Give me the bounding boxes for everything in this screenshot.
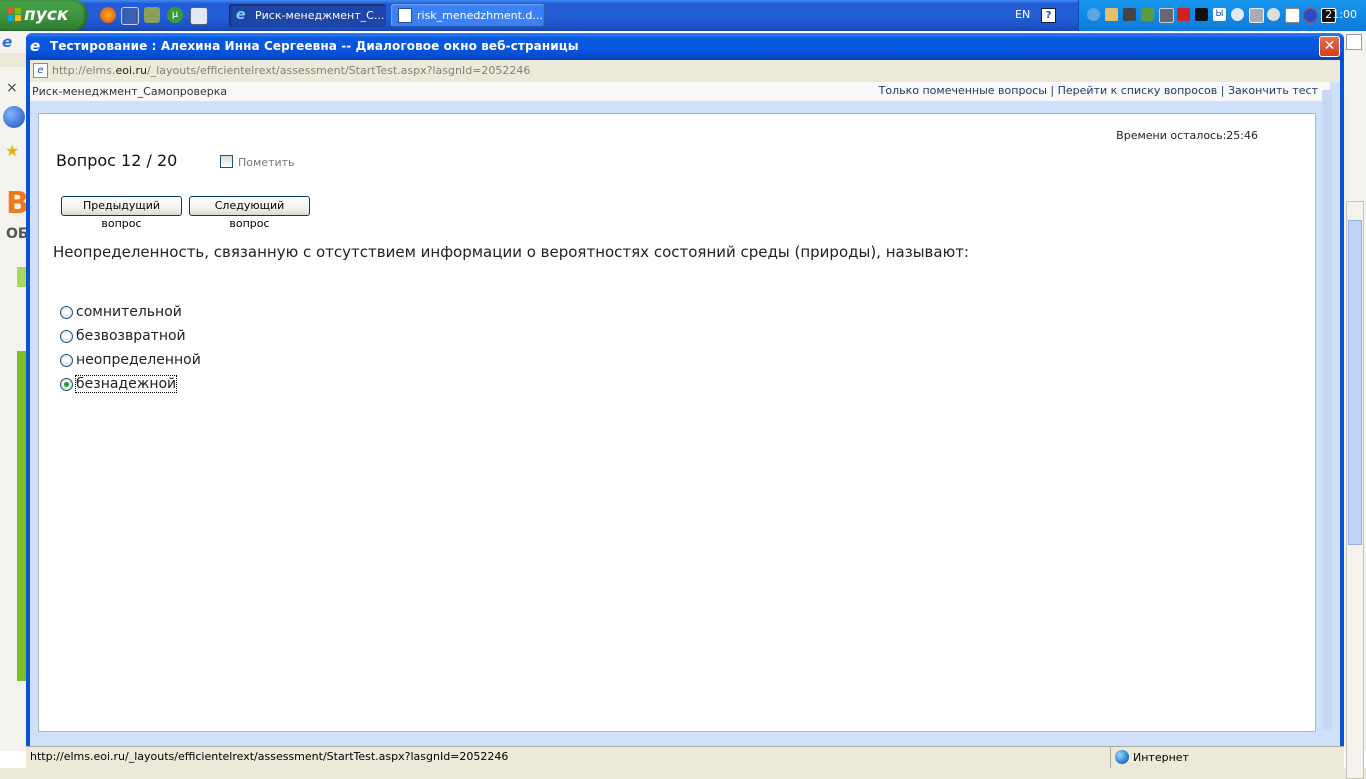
link-separator: | bbox=[1220, 84, 1225, 97]
ie-icon: e bbox=[236, 7, 246, 23]
time-remaining: Времени осталось:25:46 bbox=[1116, 129, 1258, 142]
windows-logo-icon bbox=[8, 8, 22, 22]
tray-folder-icon[interactable] bbox=[1105, 8, 1118, 21]
mark-checkbox[interactable] bbox=[220, 155, 233, 168]
word-doc-icon bbox=[398, 8, 412, 23]
answer-radio-selected[interactable] bbox=[60, 378, 73, 391]
task-internet-explorer[interactable]: e Риск-менеджмент_С... bbox=[229, 4, 386, 27]
favorites-star-icon[interactable]: ★ bbox=[5, 141, 19, 160]
back-arrow-icon[interactable] bbox=[3, 106, 25, 128]
answer-radio[interactable] bbox=[60, 354, 73, 367]
next-question-button[interactable]: Следующий вопрос bbox=[189, 196, 310, 230]
globe-icon bbox=[1115, 750, 1129, 764]
previous-question-button[interactable]: Предыдущий вопрос bbox=[61, 196, 182, 230]
address-domain: eoi.ru bbox=[115, 64, 148, 77]
security-zone[interactable]: Интернет bbox=[1110, 747, 1189, 768]
background-close-icon[interactable]: × bbox=[6, 80, 18, 96]
status-url: http://elms.eoi.ru/_layouts/efficientelr… bbox=[30, 750, 509, 763]
address-bar[interactable]: e http://elms.eoi.ru/_layouts/efficiente… bbox=[30, 60, 1340, 83]
background-menu bbox=[0, 53, 26, 67]
firefox-icon[interactable] bbox=[100, 7, 116, 23]
dialog-titlebar[interactable]: e Тестирование : Алехина Инна Сергеевна … bbox=[26, 33, 1344, 60]
tray-window-icon[interactable] bbox=[1285, 8, 1300, 23]
address-url: http://elms.eoi.ru/_layouts/efficientelr… bbox=[52, 64, 530, 77]
question-list-link[interactable]: Перейти к списку вопросов bbox=[1058, 84, 1218, 97]
finish-test-link[interactable]: Закончить тест bbox=[1228, 84, 1318, 97]
bluetooth-icon[interactable] bbox=[1303, 8, 1318, 23]
start-button[interactable]: пуск bbox=[0, 0, 87, 31]
task-label: risk_menedzhment.d... bbox=[417, 9, 543, 22]
question-panel: Времени осталось:25:46 Вопрос 12 / 20 По… bbox=[38, 113, 1316, 732]
answer-label[interactable]: безнадежной bbox=[74, 375, 178, 393]
dialog-content: Риск-менеджмент_Самопроверка Только поме… bbox=[30, 82, 1340, 746]
answer-radio[interactable] bbox=[60, 306, 73, 319]
page-icon: e bbox=[33, 63, 48, 78]
language-indicator[interactable]: EN bbox=[1015, 8, 1030, 21]
background-close-icon[interactable] bbox=[1346, 34, 1362, 50]
ie-icon: e bbox=[30, 37, 41, 55]
question-text: Неопределенность, связанную с отсутствие… bbox=[53, 243, 969, 261]
page-header: Риск-менеджмент_Самопроверка Только поме… bbox=[30, 82, 1330, 101]
answer-label[interactable]: неопределенной bbox=[76, 352, 201, 368]
background-browser-right-edge bbox=[1342, 31, 1366, 779]
answer-label[interactable]: безвозвратной bbox=[76, 328, 186, 344]
scrollbar-thumb[interactable] bbox=[1348, 220, 1362, 545]
background-green-bar bbox=[17, 267, 26, 287]
clock[interactable]: 21:00 bbox=[1325, 8, 1357, 21]
save-disk-icon[interactable] bbox=[121, 7, 139, 25]
content-scrollbar[interactable] bbox=[1322, 90, 1332, 730]
tray-display-icon[interactable] bbox=[1249, 8, 1264, 23]
ie-icon: e bbox=[2, 33, 13, 51]
status-bar: http://elms.eoi.ru/_layouts/efficientelr… bbox=[26, 746, 1344, 769]
background-browser-left-edge: e × ★ В ОБ bbox=[0, 31, 29, 751]
tray-app-icon[interactable] bbox=[1123, 8, 1136, 21]
show-desktop-icon[interactable] bbox=[190, 7, 208, 25]
tray-clock-icon[interactable] bbox=[1267, 8, 1280, 21]
volume-icon[interactable] bbox=[1231, 8, 1244, 21]
tray-keyboard-icon[interactable]: Ы bbox=[1213, 8, 1226, 21]
utorrent-icon[interactable]: µ bbox=[167, 7, 183, 23]
tray-speaker-icon[interactable] bbox=[1195, 8, 1208, 21]
task-word-document[interactable]: risk_menedzhment.d... bbox=[391, 4, 545, 27]
link-separator: | bbox=[1050, 84, 1055, 97]
zone-label: Интернет bbox=[1133, 751, 1189, 764]
taskbar: пуск µ e Риск-менеджмент_С... risk_mened… bbox=[0, 0, 1366, 31]
help-icon[interactable]: ? bbox=[1041, 8, 1056, 23]
task-label: Риск-менеджмент_С... bbox=[255, 9, 385, 22]
tray-security-icon[interactable] bbox=[1141, 8, 1154, 21]
only-marked-questions-link[interactable]: Только помеченные вопросы bbox=[879, 84, 1047, 97]
address-suffix: /_layouts/efficientelrext/assessment/Sta… bbox=[147, 64, 531, 77]
dialog-title: Тестирование : Алехина Инна Сергеевна --… bbox=[50, 39, 579, 53]
address-prefix: http://elms. bbox=[52, 64, 116, 77]
mark-label[interactable]: Пометить bbox=[238, 156, 295, 169]
network-globe-icon[interactable] bbox=[1087, 8, 1100, 21]
question-number: Вопрос 12 / 20 bbox=[56, 151, 178, 170]
header-links: Только помеченные вопросы | Перейти к сп… bbox=[879, 84, 1318, 97]
tray-antivirus-icon[interactable] bbox=[1177, 8, 1190, 21]
dialog-window: e Тестирование : Алехина Инна Сергеевна … bbox=[26, 33, 1344, 746]
start-label: пуск bbox=[24, 5, 69, 25]
answer-radio[interactable] bbox=[60, 330, 73, 343]
background-scrollbar[interactable] bbox=[1346, 201, 1364, 779]
close-button[interactable]: ✕ bbox=[1319, 36, 1340, 57]
course-title: Риск-менеджмент_Самопроверка bbox=[32, 85, 228, 98]
background-green-bar bbox=[17, 351, 26, 681]
tray-network-icon[interactable] bbox=[1159, 8, 1174, 23]
system-tray: Ы 21:00 bbox=[1078, 0, 1366, 31]
answer-label[interactable]: сомнительной bbox=[76, 304, 182, 320]
download-manager-icon[interactable] bbox=[144, 7, 160, 23]
